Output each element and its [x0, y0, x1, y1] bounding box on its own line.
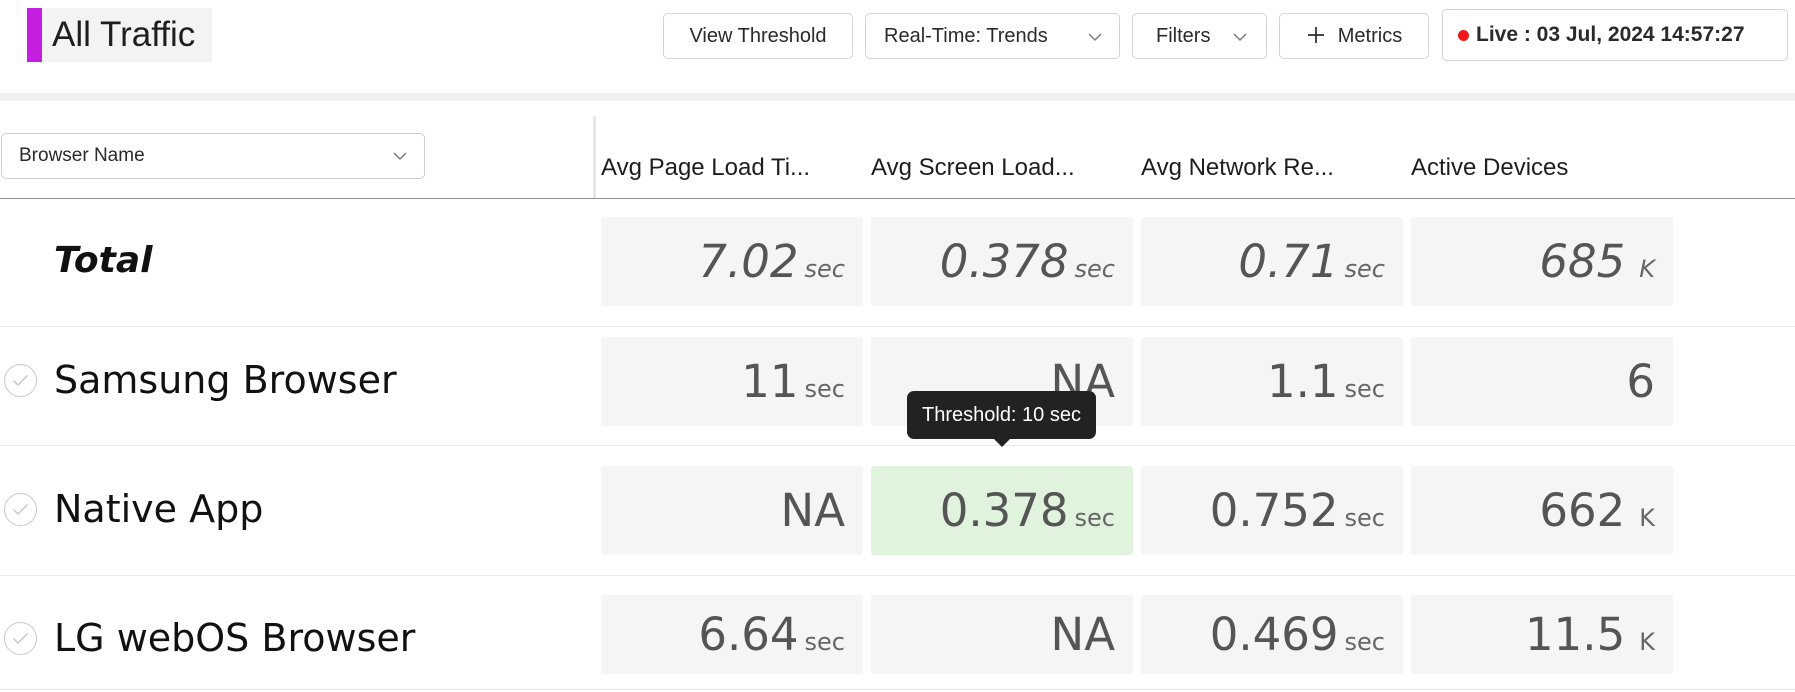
- cell-value: 7.02: [698, 235, 799, 288]
- table-cell-highlighted[interactable]: 0.378 sec: [871, 466, 1133, 555]
- view-threshold-button[interactable]: View Threshold: [663, 13, 853, 59]
- filters-label: Filters: [1156, 24, 1211, 47]
- cell-value: 0.469: [1209, 608, 1339, 661]
- header-rule: [0, 198, 1795, 199]
- cell-value: NA: [780, 484, 845, 537]
- chevron-down-icon: [1232, 28, 1248, 51]
- cell-value: 0.378: [939, 235, 1069, 288]
- realtime-trends-dropdown[interactable]: Real-Time: Trends: [865, 13, 1120, 59]
- cell-value: 685: [1539, 235, 1626, 288]
- row-label: Total: [54, 240, 153, 281]
- check-circle-icon[interactable]: [4, 493, 37, 526]
- table-cell[interactable]: 0.71 sec: [1141, 217, 1403, 306]
- cell-value: 6.64: [698, 608, 799, 661]
- cell-unit: K: [1639, 503, 1655, 532]
- metrics-button[interactable]: Metrics: [1279, 13, 1429, 59]
- header-separator: [0, 93, 1795, 101]
- header-bar: All Traffic View Threshold Real-Time: Tr…: [0, 0, 1795, 93]
- chevron-down-icon: [1087, 28, 1103, 51]
- check-circle-icon[interactable]: [4, 622, 37, 655]
- table-cell[interactable]: 11 sec: [601, 337, 863, 426]
- row-label: Native App: [54, 487, 264, 531]
- cell-unit: K: [1639, 627, 1655, 656]
- cell-value: 11.5: [1525, 608, 1626, 661]
- cell-value: NA: [1050, 608, 1115, 661]
- column-divider: [593, 116, 596, 198]
- row-divider: [0, 326, 1795, 327]
- cell-value: 662: [1539, 484, 1626, 537]
- table-cell[interactable]: 0.378 sec: [871, 217, 1133, 306]
- cell-unit: sec: [1344, 503, 1385, 532]
- table-cell[interactable]: 662 K: [1411, 466, 1673, 555]
- filters-dropdown[interactable]: Filters: [1132, 13, 1267, 59]
- cell-unit: sec: [1344, 254, 1385, 283]
- cell-value: 1.1: [1266, 355, 1339, 408]
- column-header-avg-page-load[interactable]: Avg Page Load Ti...: [601, 154, 810, 182]
- live-dot-icon: [1458, 29, 1469, 41]
- realtime-trends-label: Real-Time: Trends: [884, 24, 1048, 47]
- cell-unit: sec: [804, 254, 845, 283]
- table-cell[interactable]: NA: [601, 466, 863, 555]
- row-divider: [0, 445, 1795, 446]
- cell-value: 6: [1626, 355, 1655, 408]
- table-cell[interactable]: 7.02 sec: [601, 217, 863, 306]
- cell-value: 0.752: [1209, 484, 1339, 537]
- row-divider: [0, 689, 1795, 690]
- live-timestamp-button[interactable]: Live : 03 Jul, 2024 14:57:27: [1442, 9, 1788, 61]
- cell-unit: sec: [804, 374, 845, 403]
- plus-icon: [1306, 22, 1326, 50]
- column-header-avg-network[interactable]: Avg Network Re...: [1141, 154, 1334, 182]
- cell-unit: sec: [1074, 254, 1115, 283]
- row-label: Samsung Browser: [54, 358, 397, 402]
- cell-unit: K: [1639, 254, 1655, 283]
- check-circle-icon[interactable]: [4, 364, 37, 397]
- table-cell[interactable]: 0.752 sec: [1141, 466, 1403, 555]
- chevron-down-icon: [392, 148, 408, 170]
- cell-value: 0.378: [939, 484, 1069, 537]
- cell-unit: sec: [804, 627, 845, 656]
- view-threshold-label: View Threshold: [689, 24, 827, 47]
- row-label: LG webOS Browser: [54, 616, 416, 660]
- page-title: All Traffic: [52, 15, 196, 54]
- threshold-tooltip: Threshold: 10 sec: [907, 391, 1096, 447]
- table-cell[interactable]: 1.1 sec: [1141, 337, 1403, 426]
- title-accent-bar: [27, 8, 42, 62]
- group-by-dropdown[interactable]: Browser Name: [1, 133, 425, 179]
- cell-unit: sec: [1344, 374, 1385, 403]
- column-header-active-devices[interactable]: Active Devices: [1411, 154, 1568, 182]
- cell-unit: sec: [1344, 627, 1385, 656]
- table-cell[interactable]: 685 K: [1411, 217, 1673, 306]
- live-timestamp-label: Live : 03 Jul, 2024 14:57:27: [1476, 23, 1745, 46]
- page-title-block: All Traffic: [27, 8, 212, 62]
- row-divider: [0, 575, 1795, 576]
- cell-unit: sec: [1074, 503, 1115, 532]
- metrics-label: Metrics: [1337, 24, 1403, 47]
- table-cell[interactable]: 6.64 sec: [601, 595, 863, 674]
- cell-value: 0.71: [1238, 235, 1339, 288]
- table-cell[interactable]: NA: [871, 595, 1133, 674]
- table-cell[interactable]: 6: [1411, 337, 1673, 426]
- table-cell[interactable]: 0.469 sec: [1141, 595, 1403, 674]
- cell-value: 11: [741, 355, 799, 408]
- group-by-label: Browser Name: [19, 145, 145, 166]
- column-header-avg-screen-load[interactable]: Avg Screen Load...: [871, 154, 1075, 182]
- table-cell[interactable]: 11.5 K: [1411, 595, 1673, 674]
